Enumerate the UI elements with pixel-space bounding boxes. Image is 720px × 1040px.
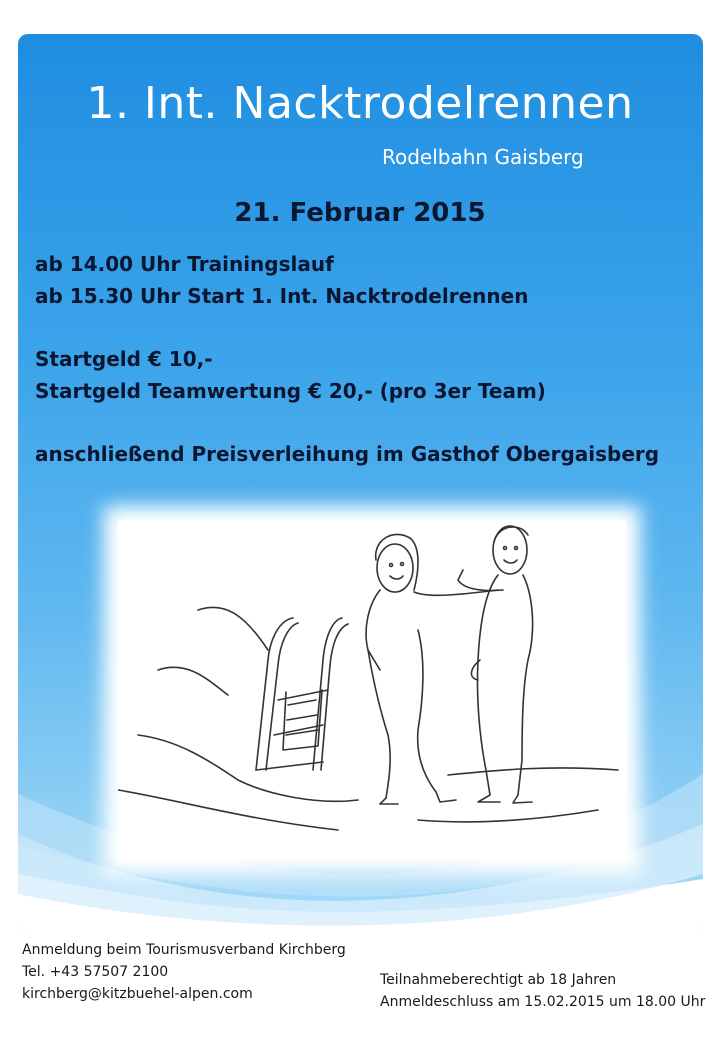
eligibility-note: Teilnahmeberechtigt ab 18 Jahren bbox=[380, 972, 617, 988]
snow-line bbox=[197, 606, 269, 651]
venue-subtitle: Rodelbahn Gaisberg bbox=[382, 145, 584, 169]
sled-illustration bbox=[118, 520, 626, 860]
registration-info: Anmeldung beim Tourismusverband Kirchber… bbox=[22, 942, 346, 958]
award-ceremony: anschließend Preisverleihung im Gasthof … bbox=[35, 442, 660, 466]
event-date: 21. Februar 2015 bbox=[234, 198, 486, 228]
contact-email: kirchberg@kitzbuehel-alpen.com bbox=[22, 986, 253, 1002]
phone-number: Tel. +43 57507 2100 bbox=[22, 964, 169, 980]
snow-line bbox=[157, 666, 229, 696]
fee-team: Startgeld Teamwertung € 20,- (pro 3er Te… bbox=[35, 379, 546, 403]
event-title: 1. Int. Nacktrodelrennen bbox=[86, 78, 634, 129]
snow-line bbox=[417, 809, 599, 823]
registration-deadline: Anmeldeschluss am 15.02.2015 um 18.00 Uh… bbox=[380, 994, 706, 1010]
fee-single: Startgeld € 10,- bbox=[35, 347, 213, 371]
schedule-race-start: ab 15.30 Uhr Start 1. Int. Nacktrodelren… bbox=[35, 284, 529, 308]
man-figure bbox=[457, 525, 534, 804]
snow-line bbox=[118, 789, 339, 831]
sled-drawing bbox=[255, 617, 349, 771]
schedule-training: ab 14.00 Uhr Trainingslauf bbox=[35, 252, 334, 276]
snow-line bbox=[137, 734, 359, 803]
snow-line bbox=[447, 767, 619, 776]
